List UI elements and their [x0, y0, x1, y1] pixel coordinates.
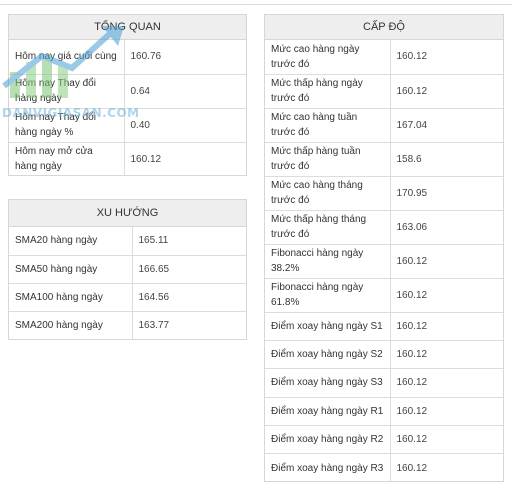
- overview-panel: TỔNG QUAN Hôm nay giá cuối cùng 160.76 H…: [8, 14, 247, 176]
- table-row: Điểm xoay hàng ngày S1 160.12: [265, 312, 503, 341]
- row-label: Điểm xoay hàng ngày R2: [265, 425, 391, 455]
- table-row: Hôm nay Thay đổi hàng ngày 0.64: [9, 74, 246, 109]
- row-value: 160.12: [396, 462, 428, 474]
- table-row: Hôm nay giá cuối cùng 160.76: [9, 40, 246, 75]
- levels-table: Mức cao hàng ngày trước đó 160.12 Mức th…: [265, 40, 503, 483]
- row-label: Mức thấp hàng tuần trước đó: [265, 142, 391, 177]
- table-row: Mức thấp hàng tuần trước đó 158.6: [265, 142, 503, 177]
- row-value: 163.06: [390, 210, 503, 245]
- table-row: Fibonacci hàng ngày 38.2% 160.12: [265, 244, 503, 279]
- trend-table: SMA20 hàng ngày 165.11 SMA50 hàng ngày 1…: [9, 227, 246, 339]
- row-label: Fibonacci hàng ngày 61.8%: [265, 278, 391, 313]
- row-value: 170.95: [390, 176, 503, 211]
- row-label: Mức cao hàng tháng trước đó: [265, 176, 391, 211]
- row-label: Hôm nay Thay đổi hàng ngày: [9, 74, 125, 109]
- table-row: Mức cao hàng tháng trước đó 170.95: [265, 176, 503, 211]
- row-label: Mức cao hàng tuần trước đó: [265, 108, 391, 143]
- row-value: 0.64: [124, 74, 246, 109]
- overview-title: TỔNG QUAN: [9, 15, 246, 40]
- row-value: 160.12: [390, 340, 503, 370]
- row-value: 160.12: [130, 153, 162, 165]
- row-value: 164.56: [132, 283, 246, 312]
- row-value: 160.12: [390, 368, 503, 398]
- table-row: Điểm xoay hàng ngày R1 160.12: [265, 397, 503, 427]
- table-row: Hôm nay Thay đổi hàng ngày % 0.40: [9, 108, 246, 143]
- row-label: Hôm nay giá cuối cùng: [9, 40, 125, 75]
- row-value: 158.6: [390, 142, 503, 177]
- table-row: SMA100 hàng ngày 164.56: [9, 283, 246, 312]
- top-divider: [0, 4, 512, 5]
- row-label: SMA200 hàng ngày: [9, 311, 133, 339]
- row-label: Mức thấp hàng tháng trước đó: [265, 210, 391, 245]
- row-value: 160.12: [390, 74, 503, 109]
- row-value: 0.40: [124, 108, 246, 143]
- table-row: SMA50 hàng ngày 166.65: [9, 255, 246, 284]
- row-value: 160.12: [390, 278, 503, 313]
- row-value: 160.12: [390, 397, 503, 427]
- row-label: Hôm nay Thay đổi hàng ngày %: [9, 108, 125, 143]
- table-row: Mức cao hàng ngày trước đó 160.12: [265, 40, 503, 75]
- row-value: 166.65: [132, 255, 246, 284]
- levels-title: CẤP ĐỘ: [265, 15, 503, 40]
- row-label: Điểm xoay hàng ngày R3: [265, 453, 391, 483]
- row-value: 165.11: [132, 227, 246, 256]
- table-row: Điểm xoay hàng ngày R3 160.12: [265, 453, 503, 483]
- row-label: Mức cao hàng ngày trước đó: [265, 40, 391, 75]
- row-label: Fibonacci hàng ngày 38.2%: [265, 244, 391, 279]
- row-label: SMA100 hàng ngày: [9, 283, 133, 312]
- row-label: Điểm xoay hàng ngày S3: [265, 368, 391, 398]
- levels-panel: CẤP ĐỘ Mức cao hàng ngày trước đó 160.12…: [264, 14, 504, 483]
- row-label: Điểm xoay hàng ngày R1: [265, 397, 391, 427]
- row-label: Hôm nay mở cửa hàng ngày: [9, 142, 125, 176]
- trend-title: XU HƯỚNG: [9, 200, 246, 227]
- row-value: 160.12: [390, 312, 503, 341]
- table-row: Mức thấp hàng ngày trước đó 160.12: [265, 74, 503, 109]
- row-value: 160.12: [390, 244, 503, 279]
- table-row: Điểm xoay hàng ngày R2 160.12: [265, 425, 503, 455]
- table-row: Mức cao hàng tuần trước đó 167.04: [265, 108, 503, 143]
- row-label: Điểm xoay hàng ngày S1: [265, 312, 391, 341]
- table-row: SMA20 hàng ngày 165.11: [9, 227, 246, 256]
- table-row: Điểm xoay hàng ngày S3 160.12: [265, 368, 503, 398]
- row-value: 160.76: [124, 40, 246, 75]
- row-label: SMA50 hàng ngày: [9, 255, 133, 284]
- row-value: 167.04: [390, 108, 503, 143]
- row-value: 160.12: [390, 425, 503, 455]
- table-row: Hôm nay mở cửa hàng ngày 160.12: [9, 142, 246, 176]
- overview-table: Hôm nay giá cuối cùng 160.76 Hôm nay Tha…: [9, 40, 246, 176]
- table-row: Điểm xoay hàng ngày S2 160.12: [265, 340, 503, 370]
- table-row: Mức thấp hàng tháng trước đó 163.06: [265, 210, 503, 245]
- row-value: 160.12: [390, 40, 503, 75]
- table-row: SMA200 hàng ngày 163.77: [9, 311, 246, 339]
- row-label: Điểm xoay hàng ngày S2: [265, 340, 391, 370]
- table-row: Fibonacci hàng ngày 61.8% 160.12: [265, 278, 503, 313]
- row-label: Mức thấp hàng ngày trước đó: [265, 74, 391, 109]
- trend-panel: XU HƯỚNG SMA20 hàng ngày 165.11 SMA50 hà…: [8, 199, 247, 340]
- row-value: 163.77: [138, 319, 170, 331]
- row-label: SMA20 hàng ngày: [9, 227, 133, 256]
